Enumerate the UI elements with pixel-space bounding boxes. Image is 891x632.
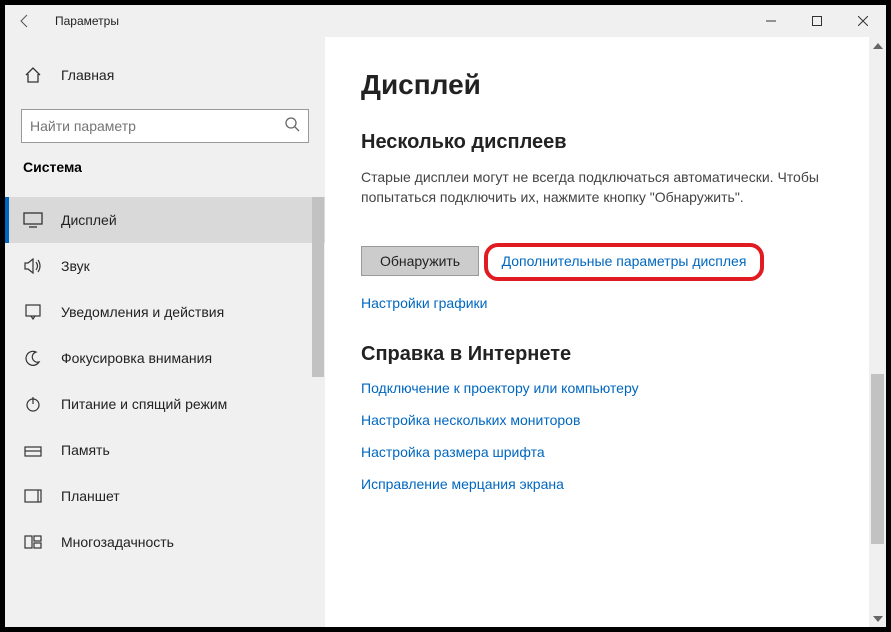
- sidebar-item-notifications[interactable]: Уведомления и действия: [5, 289, 325, 335]
- help-link[interactable]: Исправление мерцания экрана: [361, 476, 850, 492]
- moon-icon: [23, 348, 43, 368]
- scroll-down-button[interactable]: [869, 610, 886, 627]
- help-link[interactable]: Настройка размера шрифта: [361, 444, 850, 460]
- sidebar: Главная Система Дисплей: [5, 37, 325, 627]
- sidebar-item-label: Фокусировка внимания: [61, 350, 212, 366]
- sidebar-list: Дисплей Звук Уведомления и действия: [5, 197, 325, 627]
- tablet-icon: [23, 486, 43, 506]
- sidebar-item-label: Многозадачность: [61, 534, 174, 550]
- notification-icon: [23, 302, 43, 322]
- section-web-help: Справка в Интернете Подключение к проект…: [361, 343, 850, 492]
- sidebar-home-label: Главная: [61, 67, 114, 83]
- section-text: Старые дисплеи могут не всегда подключат…: [361, 168, 850, 207]
- scroll-thumb[interactable]: [871, 374, 884, 544]
- sidebar-item-display[interactable]: Дисплей: [5, 197, 325, 243]
- power-icon: [23, 394, 43, 414]
- sidebar-item-focus[interactable]: Фокусировка внимания: [5, 335, 325, 381]
- sidebar-item-label: Память: [61, 442, 110, 458]
- scroll-up-button[interactable]: [869, 37, 886, 54]
- sidebar-item-label: Питание и спящий режим: [61, 396, 227, 412]
- sidebar-scroll-thumb[interactable]: [312, 197, 324, 377]
- sidebar-item-sound[interactable]: Звук: [5, 243, 325, 289]
- body: Главная Система Дисплей: [5, 37, 886, 627]
- main-scrollbar[interactable]: [869, 37, 886, 627]
- sidebar-item-label: Дисплей: [61, 212, 117, 228]
- main-content: Дисплей Несколько дисплеев Старые диспле…: [325, 37, 886, 627]
- section-heading: Несколько дисплеев: [361, 131, 850, 154]
- sidebar-item-multitask[interactable]: Многозадачность: [5, 519, 325, 565]
- sidebar-item-power[interactable]: Питание и спящий режим: [5, 381, 325, 427]
- home-icon: [23, 65, 43, 85]
- help-link[interactable]: Подключение к проектору или компьютеру: [361, 380, 850, 396]
- sidebar-scrollbar[interactable]: [311, 197, 325, 627]
- multitask-icon: [23, 532, 43, 552]
- storage-icon: [23, 440, 43, 460]
- sidebar-home[interactable]: Главная: [5, 53, 325, 97]
- back-button[interactable]: [5, 5, 45, 37]
- titlebar: Параметры: [5, 5, 886, 37]
- monitor-icon: [23, 210, 43, 230]
- detect-button[interactable]: Обнаружить: [361, 246, 479, 276]
- advanced-display-link[interactable]: Дополнительные параметры дисплея: [502, 253, 747, 269]
- page-title: Дисплей: [361, 69, 850, 101]
- highlighted-link-box: Дополнительные параметры дисплея: [484, 243, 765, 281]
- maximize-button[interactable]: [794, 5, 840, 37]
- sidebar-item-label: Уведомления и действия: [61, 304, 224, 320]
- sidebar-item-label: Планшет: [61, 488, 120, 504]
- sidebar-item-storage[interactable]: Память: [5, 427, 325, 473]
- window-title: Параметры: [55, 14, 119, 28]
- sidebar-item-tablet[interactable]: Планшет: [5, 473, 325, 519]
- section-multiple-displays: Несколько дисплеев Старые дисплеи могут …: [361, 131, 850, 311]
- search-box[interactable]: [21, 109, 309, 143]
- sidebar-category: Система: [5, 159, 325, 175]
- sidebar-item-label: Звук: [61, 258, 90, 274]
- speaker-icon: [23, 256, 43, 276]
- help-link[interactable]: Настройка нескольких мониторов: [361, 412, 850, 428]
- section-heading: Справка в Интернете: [361, 343, 850, 366]
- close-button[interactable]: [840, 5, 886, 37]
- settings-window: Параметры Главная: [5, 5, 886, 627]
- scroll-track[interactable]: [869, 54, 886, 610]
- minimize-button[interactable]: [748, 5, 794, 37]
- window-controls: [748, 5, 886, 37]
- search-input[interactable]: [30, 118, 284, 134]
- search-icon: [284, 116, 300, 137]
- graphics-settings-link[interactable]: Настройки графики: [361, 295, 850, 311]
